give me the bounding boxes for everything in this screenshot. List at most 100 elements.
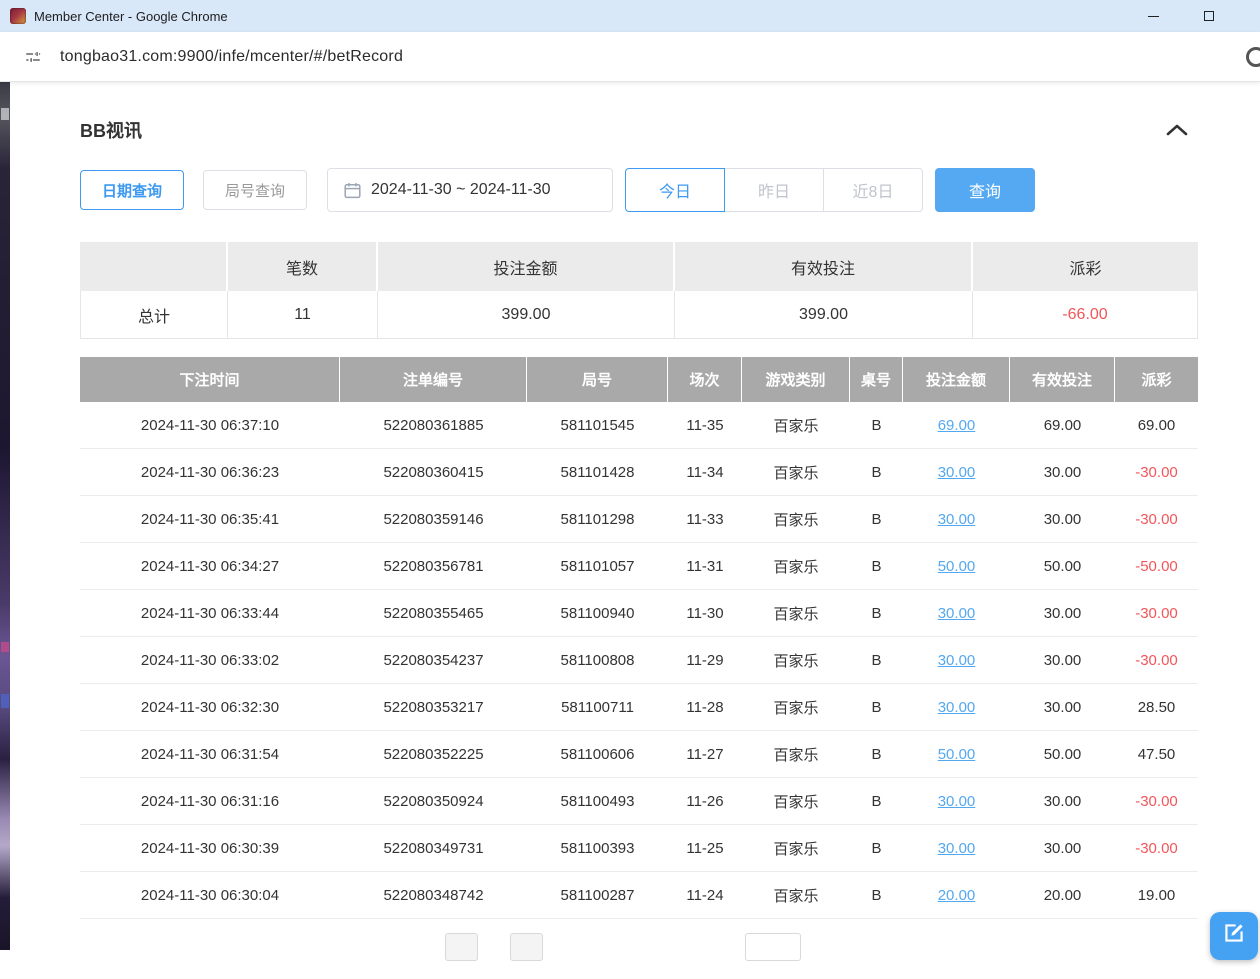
cell-round-id: 581101545 [527,402,668,448]
cell-order-id: 522080356781 [340,543,527,589]
cell-bet-time: 2024-11-30 06:31:16 [80,778,340,824]
cell-valid-bet: 69.00 [1010,402,1115,448]
window-titlebar: Member Center - Google Chrome ✕ [0,0,1260,32]
cell-bet-amount-link[interactable]: 30.00 [903,590,1010,636]
pagination-page-button[interactable] [510,933,543,961]
cell-bet-amount-link[interactable]: 30.00 [903,778,1010,824]
cell-bet-time: 2024-11-30 06:37:10 [80,402,340,448]
cell-table-no: B [850,590,903,636]
cell-bet-amount-link[interactable]: 30.00 [903,825,1010,871]
cell-table-no: B [850,543,903,589]
close-button[interactable]: ✕ [1237,0,1260,32]
cell-game-type: 百家乐 [742,872,850,918]
table-row: 2024-11-30 06:33:02 522080354237 5811008… [80,637,1198,684]
summary-table: 笔数 投注金额 有效投注 派彩 总计 11 399.00 399.00 -66.… [80,242,1198,339]
table-row: 2024-11-30 06:30:39 522080349731 5811003… [80,825,1198,872]
last-8-days-button[interactable]: 近8日 [823,168,923,212]
cell-payout: 47.50 [1115,731,1198,777]
summary-header-empty [80,242,228,291]
bet-table: 下注时间 注单编号 局号 场次 游戏类别 桌号 投注金额 有效投注 派彩 202… [80,357,1198,919]
cell-payout: 28.50 [1115,684,1198,730]
cell-bet-time: 2024-11-30 06:34:27 [80,543,340,589]
bet-table-body: 2024-11-30 06:37:10 522080361885 5811015… [80,402,1198,919]
header-bet-amount: 投注金额 [903,357,1010,402]
header-round-id: 局号 [527,357,668,402]
filter-toolbar: 日期查询 局号查询 2024-11-30 ~ 2024-11-30 今日 昨日 … [80,168,1198,212]
cell-game-type: 百家乐 [742,731,850,777]
url-text[interactable]: tongbao31.com:9900/infe/mcenter/#/betRec… [60,48,403,66]
summary-header-bet: 投注金额 [378,242,675,291]
cell-order-id: 522080361885 [340,402,527,448]
cell-order-id: 522080353217 [340,684,527,730]
cell-session: 11-33 [668,496,742,542]
browser-extension-icon[interactable] [1246,47,1260,67]
today-button[interactable]: 今日 [625,168,725,212]
background-page-strip [0,82,10,950]
header-bet-time: 下注时间 [80,357,340,402]
summary-payout: -66.00 [973,291,1198,339]
minimize-icon [1148,16,1159,17]
date-query-tab[interactable]: 日期查询 [80,170,184,210]
pagination-size-select[interactable] [745,933,801,961]
cell-round-id: 581100393 [527,825,668,871]
date-range-input[interactable]: 2024-11-30 ~ 2024-11-30 [327,168,613,212]
cell-table-no: B [850,637,903,683]
cell-bet-amount-link[interactable]: 30.00 [903,496,1010,542]
background-fragment [1,694,9,708]
chat-button[interactable] [1210,912,1258,960]
cell-payout: -30.00 [1115,590,1198,636]
cell-table-no: B [850,402,903,448]
cell-bet-amount-link[interactable]: 30.00 [903,449,1010,495]
cell-game-type: 百家乐 [742,684,850,730]
cell-bet-amount-link[interactable]: 50.00 [903,543,1010,589]
cell-game-type: 百家乐 [742,825,850,871]
summary-header-valid: 有效投注 [675,242,973,291]
cell-bet-time: 2024-11-30 06:30:39 [80,825,340,871]
section-title: BB视讯 [80,117,142,143]
window-controls: ✕ [1125,0,1260,32]
cell-session: 11-25 [668,825,742,871]
cell-round-id: 581100711 [527,684,668,730]
cell-session: 11-24 [668,872,742,918]
bet-record-panel: BB视讯 日期查询 局号查询 2024-11-30 ~ 2024-11-30 今… [80,82,1198,979]
cell-game-type: 百家乐 [742,402,850,448]
cell-order-id: 522080349731 [340,825,527,871]
cell-bet-amount-link[interactable]: 69.00 [903,402,1010,448]
cell-table-no: B [850,449,903,495]
panel-header: BB视讯 [80,118,1198,142]
calendar-icon [344,182,361,199]
cell-payout: -30.00 [1115,778,1198,824]
summary-header-row: 笔数 投注金额 有效投注 派彩 [80,242,1198,291]
cell-bet-amount-link[interactable]: 50.00 [903,731,1010,777]
cell-bet-amount-link[interactable]: 20.00 [903,872,1010,918]
summary-count: 11 [228,291,378,339]
cell-order-id: 522080350924 [340,778,527,824]
search-button[interactable]: 查询 [935,168,1035,212]
site-settings-icon[interactable] [20,44,46,70]
maximize-button[interactable] [1181,0,1237,32]
cell-table-no: B [850,872,903,918]
minimize-button[interactable] [1125,0,1181,32]
collapse-chevron-icon[interactable] [1166,123,1188,137]
background-fragment [1,642,9,652]
quick-date-group: 今日 昨日 近8日 [625,168,923,212]
cell-round-id: 581100493 [527,778,668,824]
round-query-tab[interactable]: 局号查询 [203,170,307,210]
cell-session: 11-27 [668,731,742,777]
cell-game-type: 百家乐 [742,778,850,824]
yesterday-button[interactable]: 昨日 [724,168,824,212]
table-row: 2024-11-30 06:36:23 522080360415 5811014… [80,449,1198,496]
cell-round-id: 581101298 [527,496,668,542]
cell-valid-bet: 20.00 [1010,872,1115,918]
bet-table-header: 下注时间 注单编号 局号 场次 游戏类别 桌号 投注金额 有效投注 派彩 [80,357,1198,402]
cell-order-id: 522080348742 [340,872,527,918]
cell-bet-amount-link[interactable]: 30.00 [903,684,1010,730]
cell-valid-bet: 30.00 [1010,637,1115,683]
pagination-prev-button[interactable] [445,933,478,961]
cell-round-id: 581101428 [527,449,668,495]
table-row: 2024-11-30 06:31:16 522080350924 5811004… [80,778,1198,825]
cell-table-no: B [850,731,903,777]
summary-bet-amount: 399.00 [378,291,675,339]
cell-bet-amount-link[interactable]: 30.00 [903,637,1010,683]
cell-table-no: B [850,778,903,824]
